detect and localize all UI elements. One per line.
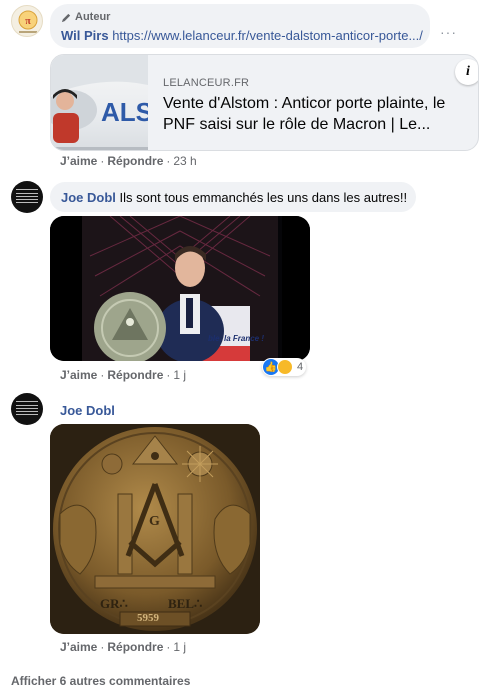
image-caption: ble, la France ! [208, 334, 265, 343]
coin-text-right: BEL∴ [168, 596, 203, 611]
haha-reaction-icon [277, 359, 293, 375]
timestamp[interactable]: 1 j [173, 368, 186, 382]
comment-text: Ils sont tous emmanchés les uns dans les… [119, 190, 408, 205]
thumbnail-text: ALS [101, 97, 148, 127]
comment-link[interactable]: https://www.lelanceur.fr/vente-dalstom-a… [112, 28, 423, 43]
preview-title[interactable]: Vente d'Alstom : Anticor porte plainte, … [163, 93, 463, 135]
pencil-icon [61, 13, 71, 22]
comment-bubble: Joe Dobl Ils sont tous emmanchés les uns… [50, 182, 416, 212]
reactions-summary[interactable]: 👍 4 [262, 358, 307, 376]
timestamp[interactable]: 1 j [173, 640, 186, 654]
coin-year: 5959 [137, 612, 159, 624]
like-button[interactable]: J’aime [60, 640, 97, 654]
reply-button[interactable]: Répondre [107, 640, 163, 654]
more-options-icon[interactable]: ··· [440, 24, 457, 40]
svg-text:π: π [25, 16, 31, 27]
view-more-comments-link[interactable]: Afficher 6 autres commentaires [11, 674, 190, 688]
reply-button[interactable]: Répondre [107, 368, 163, 382]
info-icon[interactable]: i [455, 59, 478, 85]
link-thumbnail[interactable]: ALS [51, 55, 148, 150]
comment-bubble: Auteur Wil Pirs https://www.lelanceur.fr… [50, 4, 430, 48]
preview-domain: LELANCEUR.FR [163, 77, 250, 89]
comment-image[interactable]: ble, la France ! [50, 216, 310, 361]
author-badge: Auteur [61, 11, 110, 23]
reaction-count: 4 [297, 361, 304, 373]
author-avatar[interactable] [11, 181, 43, 213]
comment-actions: J’aime · Répondre · 23 h [60, 154, 197, 168]
author-badge-label: Auteur [75, 11, 111, 23]
coin-letter: G [149, 514, 160, 529]
like-button[interactable]: J’aime [60, 368, 97, 382]
comment-author[interactable]: Wil Pirs [61, 28, 109, 43]
coin-text-left: GR∴ [100, 596, 128, 611]
comment-image[interactable]: G GR∴ BEL∴ 5959 [50, 424, 260, 634]
comment-author[interactable]: Joe Dobl [61, 190, 116, 205]
like-button[interactable]: J’aime [60, 154, 97, 168]
comment-actions: J’aime · Répondre · 1 j [60, 368, 187, 382]
comment-author[interactable]: Joe Dobl [60, 403, 115, 418]
link-preview[interactable]: ALS LELANCEUR.FR Vente d'Alstom : Antico… [50, 54, 479, 151]
reply-button[interactable]: Répondre [107, 154, 163, 168]
author-avatar[interactable]: π [11, 5, 43, 37]
comment-actions: J’aime · Répondre · 1 j [60, 640, 187, 654]
author-avatar[interactable] [11, 393, 43, 425]
timestamp[interactable]: 23 h [173, 154, 196, 168]
